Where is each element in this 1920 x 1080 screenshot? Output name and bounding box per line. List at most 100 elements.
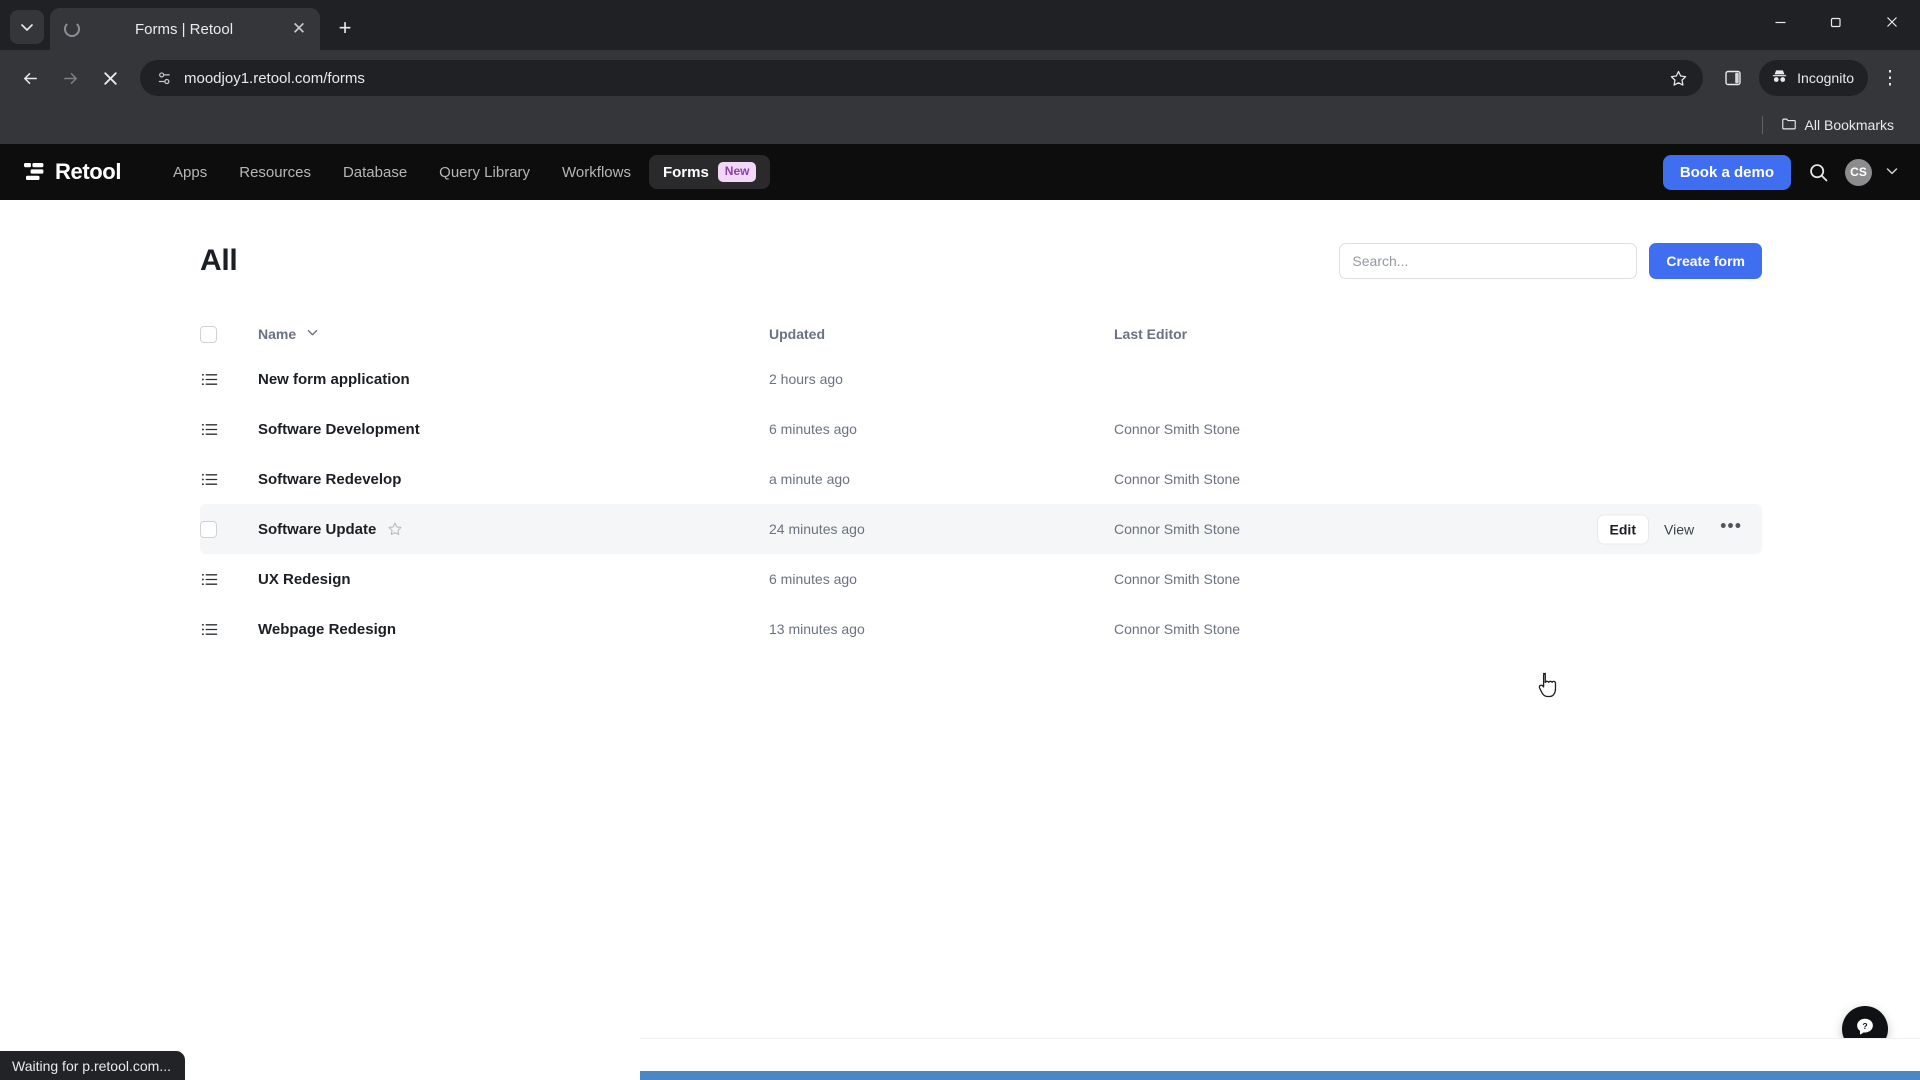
page-title: All	[200, 244, 238, 277]
edit-button[interactable]: Edit	[1597, 515, 1648, 543]
select-all-checkbox[interactable]	[200, 325, 217, 343]
row-checkbox[interactable]	[200, 520, 217, 538]
row-name-cell[interactable]: Software Development	[258, 421, 769, 438]
row-name-cell[interactable]: UX Redesign	[258, 571, 769, 588]
row-actions: Edit View •••	[1597, 514, 1752, 545]
search-input[interactable]	[1339, 243, 1638, 279]
book-a-demo-button[interactable]: Book a demo	[1662, 154, 1791, 190]
tab-strip: Forms | Retool ✕ +	[0, 0, 1920, 50]
maximize-button[interactable]	[1808, 0, 1864, 44]
row-icon-cell	[200, 620, 258, 638]
bookmark-star-icon[interactable]	[1661, 61, 1695, 95]
row-name-cell[interactable]: New form application	[258, 371, 769, 388]
browser-tab[interactable]: Forms | Retool ✕	[50, 8, 320, 50]
list-icon	[200, 470, 218, 488]
row-name-cell[interactable]: Software Redevelop	[258, 471, 769, 488]
form-name: Software Update	[258, 520, 377, 538]
list-icon	[200, 370, 218, 388]
bookmarks-bar: All Bookmarks	[0, 106, 1920, 144]
list-icon	[200, 420, 218, 438]
content-header: All Create form	[200, 242, 1762, 280]
stop-loading-icon[interactable]	[92, 60, 128, 96]
forms-table: Name Updated Last Editor New form applic…	[200, 314, 1762, 654]
browser-window: Forms | Retool ✕ + moodjoy1.retool.com/f…	[0, 0, 1920, 1080]
close-icon[interactable]: ✕	[288, 18, 310, 40]
column-header-last-editor[interactable]: Last Editor	[1114, 326, 1762, 342]
favorite-star-icon[interactable]	[387, 521, 403, 537]
table-row[interactable]: Webpage Redesign 13 minutes ago Connor S…	[200, 604, 1762, 654]
back-icon[interactable]	[12, 60, 48, 96]
nav-item-forms[interactable]: Forms New	[648, 155, 771, 189]
avatar[interactable]: CS	[1845, 158, 1872, 186]
nav-item-workflows[interactable]: Workflows	[548, 157, 645, 188]
table-row[interactable]: Software Redevelop a minute ago Connor S…	[200, 454, 1762, 504]
nav-item-forms-label: Forms	[662, 163, 709, 181]
incognito-label: Incognito	[1797, 70, 1854, 86]
retool-nav-links: Apps Resources Database Query Library Wo…	[159, 155, 771, 189]
chevron-down-icon[interactable]	[1886, 165, 1898, 180]
svg-text:?: ?	[1862, 1021, 1867, 1031]
row-name-cell[interactable]: Webpage Redesign	[258, 621, 769, 638]
form-name: Software Redevelop	[258, 470, 402, 488]
nav-item-database[interactable]: Database	[329, 157, 421, 188]
table-row[interactable]: UX Redesign 6 minutes ago Connor Smith S…	[200, 554, 1762, 604]
form-name: UX Redesign	[258, 570, 351, 588]
side-panel-icon[interactable]	[1715, 60, 1751, 96]
row-updated: 6 minutes ago	[769, 421, 857, 437]
forms-page-content: All Create form Name	[0, 200, 1920, 654]
column-header-name-label: Name	[258, 326, 297, 342]
incognito-icon	[1770, 67, 1789, 89]
minimize-button[interactable]	[1752, 0, 1808, 44]
new-tab-button[interactable]: +	[328, 11, 362, 45]
create-form-button[interactable]: Create form	[1649, 243, 1762, 279]
table-row[interactable]: Software Update 24 minutes ago Connor Sm…	[200, 504, 1762, 554]
incognito-indicator[interactable]: Incognito	[1759, 60, 1868, 96]
close-window-button[interactable]	[1864, 0, 1920, 44]
browser-menu-icon[interactable]: ⋮	[1872, 60, 1908, 96]
all-bookmarks-button[interactable]: All Bookmarks	[1773, 112, 1902, 139]
search-icon[interactable]	[1805, 159, 1831, 185]
nav-item-resources[interactable]: Resources	[225, 157, 325, 188]
nav-item-query-library[interactable]: Query Library	[425, 157, 544, 188]
nav-item-apps[interactable]: Apps	[159, 157, 221, 188]
chevron-down-icon[interactable]	[307, 327, 318, 341]
navbar-right: Book a demo CS	[1662, 154, 1898, 190]
retool-navbar: Retool Apps Resources Database Query Lib…	[0, 144, 1920, 200]
form-name: Webpage Redesign	[258, 620, 397, 638]
retool-logo-icon	[24, 162, 46, 182]
browser-toolbar: moodjoy1.retool.com/forms Incognito ⋮	[0, 50, 1920, 106]
row-updated: 24 minutes ago	[769, 521, 865, 537]
list-icon	[200, 620, 218, 638]
table-row[interactable]: Software Development 6 minutes ago Conno…	[200, 404, 1762, 454]
address-bar[interactable]: moodjoy1.retool.com/forms	[140, 60, 1704, 96]
row-icon-cell	[200, 370, 258, 388]
status-bubble: Waiting for p.retool.com...	[0, 1051, 185, 1080]
row-last-editor: Connor Smith Stone	[1114, 621, 1241, 637]
row-icon-cell	[200, 570, 258, 588]
row-last-editor: Connor Smith Stone	[1114, 421, 1241, 437]
view-button[interactable]: View	[1652, 515, 1706, 543]
form-name: New form application	[258, 370, 410, 388]
new-badge: New	[717, 162, 757, 182]
tab-search-chevron-icon[interactable]	[10, 10, 44, 44]
table-row[interactable]: New form application 2 hours ago	[200, 354, 1762, 404]
table-header-row: Name Updated Last Editor	[200, 314, 1762, 354]
tab-title: Forms | Retool	[134, 20, 234, 38]
retool-logo[interactable]: Retool	[24, 159, 121, 185]
row-updated: 6 minutes ago	[769, 571, 857, 587]
column-header-updated[interactable]: Updated	[769, 326, 1114, 342]
content-header-actions: Create form	[1339, 243, 1762, 279]
row-last-editor: Connor Smith Stone	[1114, 571, 1241, 587]
row-updated: 2 hours ago	[769, 371, 843, 387]
row-updated: a minute ago	[769, 471, 850, 487]
select-all-cell	[200, 325, 258, 343]
row-select-cell	[200, 520, 258, 538]
row-name-cell[interactable]: Software Update	[258, 521, 769, 538]
column-header-name[interactable]: Name	[258, 326, 769, 342]
more-options-icon[interactable]: •••	[1710, 514, 1752, 545]
site-settings-icon[interactable]	[154, 68, 174, 88]
mouse-cursor-pointer	[1538, 672, 1560, 700]
retool-brand-text: Retool	[55, 159, 122, 184]
forward-icon[interactable]	[52, 60, 88, 96]
row-icon-cell	[200, 420, 258, 438]
